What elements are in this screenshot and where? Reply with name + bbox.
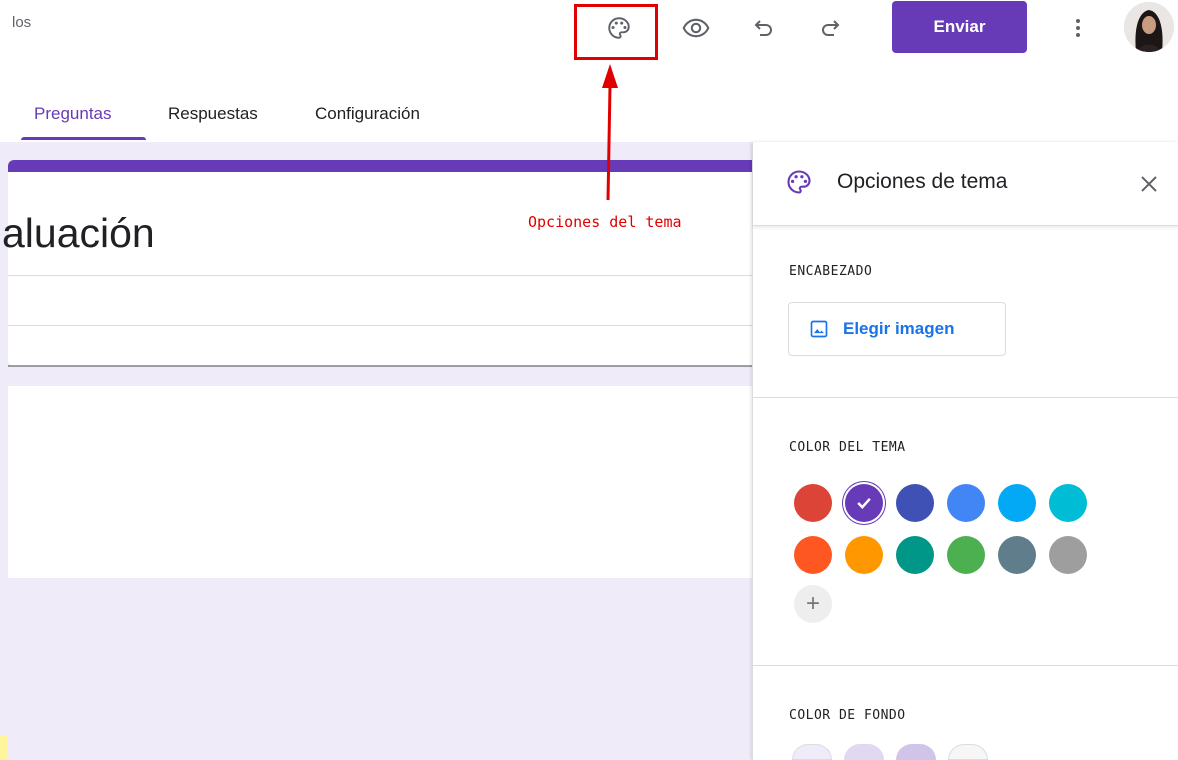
panel-header: Opciones de tema (753, 142, 1178, 226)
palette-icon (787, 170, 811, 194)
check-icon (857, 497, 871, 509)
theme-color-swatch[interactable] (1049, 536, 1087, 574)
theme-color-swatch[interactable] (896, 484, 934, 522)
form-title[interactable]: aluación (2, 210, 155, 257)
annotation-highlight-box (574, 4, 658, 60)
document-title[interactable]: los (12, 14, 31, 31)
theme-color-swatch[interactable] (947, 536, 985, 574)
undo-icon (754, 20, 772, 36)
plus-icon: + (805, 590, 820, 617)
choose-image-button[interactable]: Elegir imagen (788, 302, 1006, 356)
theme-color-section: COLOR DEL TEMA (753, 398, 1178, 666)
theme-color-swatch[interactable] (896, 536, 934, 574)
tab-settings[interactable]: Configuración (315, 104, 420, 124)
theme-color-label: COLOR DEL TEMA (789, 440, 906, 455)
avatar[interactable] (1124, 2, 1174, 52)
preview-button[interactable] (676, 8, 716, 48)
theme-color-swatch[interactable] (794, 536, 832, 574)
tab-responses[interactable]: Respuestas (168, 104, 258, 124)
eye-icon (682, 18, 710, 38)
choose-image-label: Elegir imagen (843, 319, 955, 338)
annotation-arrow (602, 64, 618, 201)
send-button[interactable]: Enviar (892, 1, 1027, 53)
description-underline (8, 365, 752, 367)
tabs-bar: Preguntas Respuestas Configuración (0, 60, 1178, 142)
theme-options-panel: Opciones de tema ENCABEZADO COLOR DEL TE… (752, 142, 1178, 760)
add-custom-color-button[interactable]: + (794, 585, 832, 623)
more-vert-icon (1076, 19, 1080, 37)
theme-color-swatch[interactable] (1049, 484, 1087, 522)
annotation-label: Opciones del tema (528, 213, 682, 231)
background-color-label: COLOR DE FONDO (789, 708, 906, 723)
theme-color-swatch[interactable] (845, 536, 883, 574)
form-canvas: aluación (0, 142, 752, 760)
panel-title: Opciones de tema (837, 170, 1008, 193)
more-options-button[interactable] (1058, 8, 1098, 48)
question-card[interactable] (8, 386, 752, 578)
active-tab-indicator (21, 137, 146, 140)
theme-color-swatch[interactable] (845, 484, 883, 522)
description-divider (8, 325, 752, 326)
highlight-mark (0, 735, 8, 760)
undo-button[interactable] (744, 8, 784, 48)
redo-icon (822, 20, 840, 36)
redo-button[interactable] (810, 8, 850, 48)
close-icon[interactable] (1137, 172, 1161, 196)
header-section-label: ENCABEZADO (789, 264, 873, 279)
image-icon (810, 320, 828, 338)
theme-color-swatch[interactable] (998, 484, 1036, 522)
tab-questions[interactable]: Preguntas (34, 104, 112, 124)
theme-color-swatch[interactable] (794, 484, 832, 522)
avatar-icon (1124, 2, 1174, 52)
theme-color-swatch[interactable] (947, 484, 985, 522)
title-divider (8, 275, 752, 276)
theme-color-swatch[interactable] (998, 536, 1036, 574)
form-header-card[interactable]: aluación (2, 160, 752, 367)
